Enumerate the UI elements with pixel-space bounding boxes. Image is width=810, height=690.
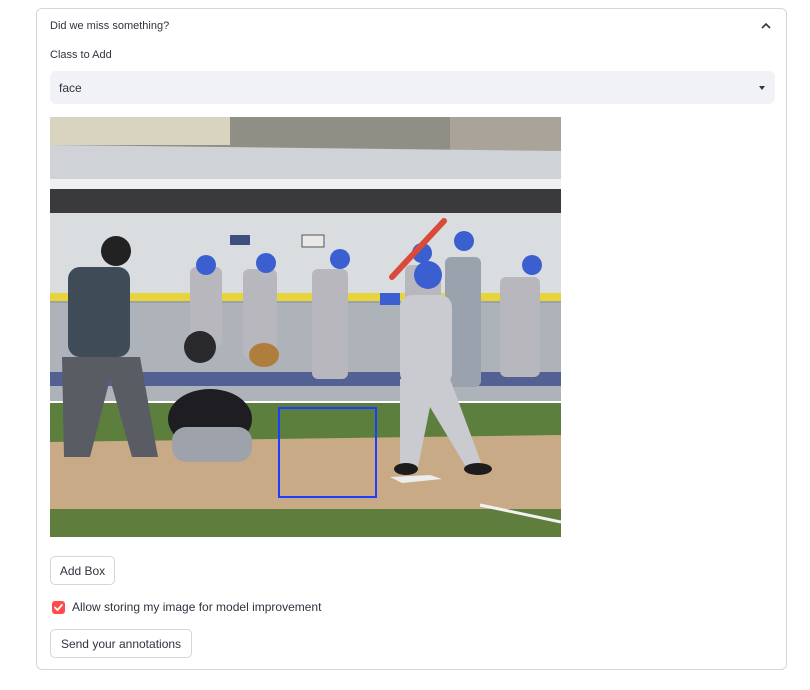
feedback-expander: Did we miss something? Class to Add face <box>36 8 787 670</box>
expander-title: Did we miss something? <box>50 20 170 32</box>
class-select[interactable]: face <box>50 71 775 104</box>
caret-down-icon[interactable] <box>759 86 765 90</box>
storage-consent-label: Allow storing my image for model improve… <box>72 600 322 614</box>
baseball-image <box>50 117 561 537</box>
annotation-canvas[interactable] <box>50 117 561 537</box>
send-annotations-button[interactable]: Send your annotations <box>50 629 192 658</box>
chevron-up-icon[interactable] <box>760 20 772 32</box>
class-select-value: face <box>59 81 82 95</box>
expander-header[interactable]: Did we miss something? <box>37 9 786 45</box>
class-select-label: Class to Add <box>50 49 112 61</box>
add-box-button[interactable]: Add Box <box>50 556 115 585</box>
checkbox-checked-icon[interactable] <box>52 601 65 614</box>
